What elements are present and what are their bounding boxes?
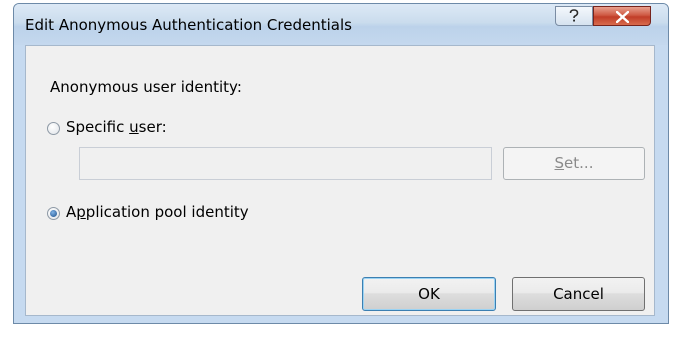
- set-button[interactable]: Set...: [503, 147, 645, 180]
- set-button-accel: S: [554, 154, 565, 172]
- dialog-body: Anonymous user identity: Specific user: …: [25, 45, 655, 316]
- specific-user-label-post: ser:: [138, 118, 167, 136]
- question-icon: [569, 9, 579, 22]
- specific-user-input[interactable]: [79, 147, 492, 180]
- app-pool-identity-label[interactable]: Application pool identity: [66, 203, 249, 221]
- set-button-post: et...: [564, 154, 594, 172]
- app-pool-identity-radio[interactable]: [47, 207, 60, 220]
- specific-user-radio[interactable]: [47, 122, 60, 135]
- dialog-window: Edit Anonymous Authentication Credential…: [13, 3, 669, 324]
- close-button[interactable]: [593, 6, 651, 26]
- window-title: Edit Anonymous Authentication Credential…: [25, 16, 352, 34]
- cancel-button[interactable]: Cancel: [512, 277, 645, 311]
- title-bar[interactable]: Edit Anonymous Authentication Credential…: [14, 4, 668, 45]
- help-button[interactable]: [555, 6, 593, 26]
- app-pool-label-post: plication pool identity: [85, 203, 249, 221]
- app-pool-label-pre: A: [66, 203, 77, 221]
- anonymous-identity-label: Anonymous user identity:: [50, 78, 242, 96]
- specific-user-label[interactable]: Specific user:: [66, 118, 167, 136]
- ok-button[interactable]: OK: [362, 277, 496, 311]
- close-x-icon: [616, 11, 629, 23]
- specific-user-label-accel: u: [129, 118, 139, 136]
- specific-user-label-pre: Specific: [66, 118, 130, 136]
- app-pool-label-accel: p: [76, 203, 86, 221]
